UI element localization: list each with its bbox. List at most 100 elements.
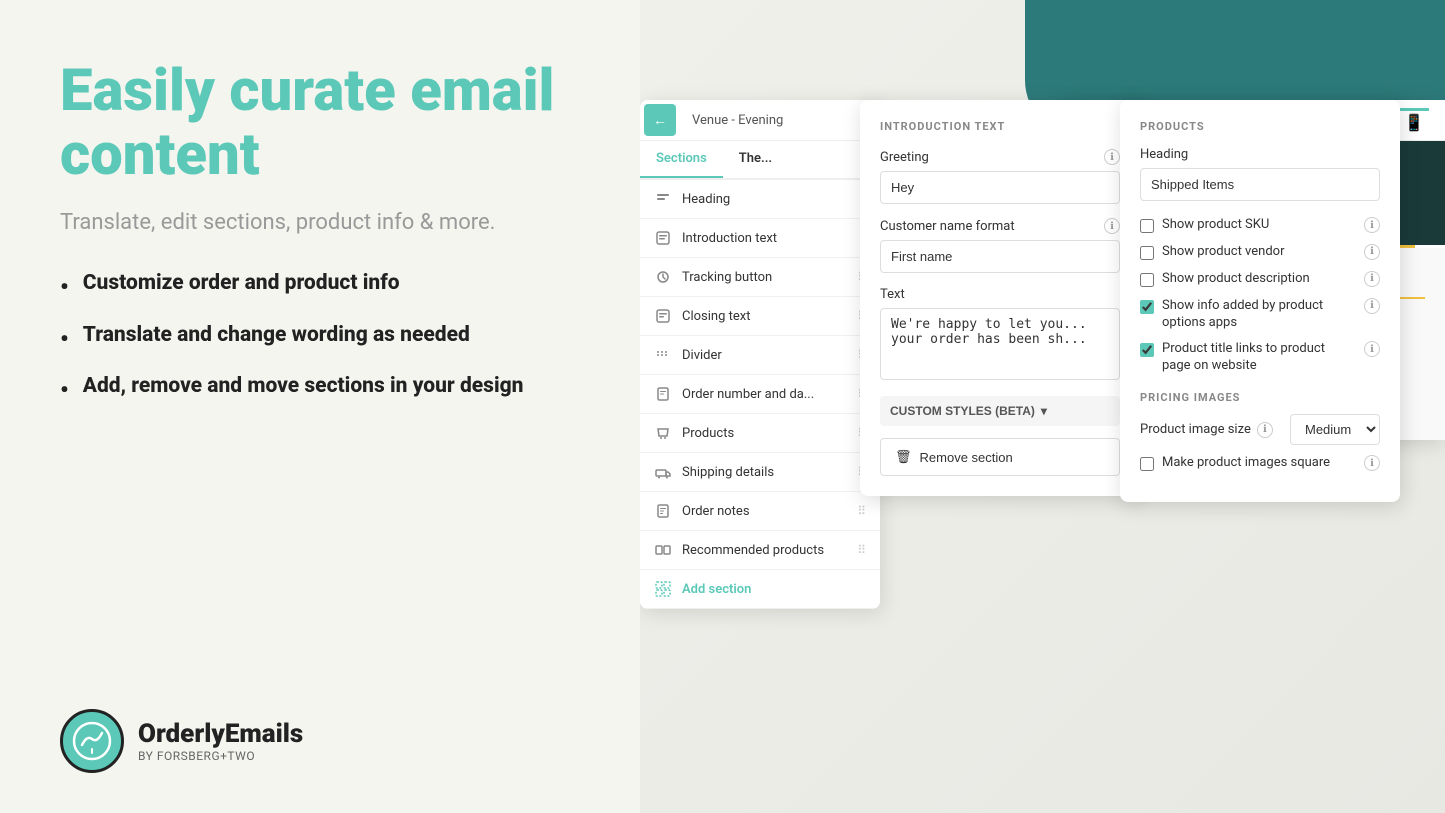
tab-sections[interactable]: Sections [640,141,723,178]
mobile-icon: 📱 [1404,113,1424,132]
checkbox-description: Show product description ℹ [1140,271,1380,288]
product-image-size-select[interactable]: Small Medium Large [1290,414,1380,445]
section-divider-label: Divider [682,348,857,363]
product-image-size-label: Product image size ℹ [1140,422,1273,438]
customer-name-info-icon[interactable]: ℹ [1104,218,1120,234]
section-products-label: Products [682,426,857,441]
checkbox-description-label: Show product description [1162,271,1356,288]
section-closing-label: Closing text [682,309,857,324]
back-button[interactable]: ← [644,104,676,136]
section-tracking-label: Tracking button [682,270,857,285]
checkbox-title-links: Product title links to product page on w… [1140,341,1380,375]
greeting-label: Greeting [880,150,929,165]
section-order-notes[interactable]: Order notes ⠿ [640,492,880,531]
recommended-icon [654,541,672,559]
feature-list: Customize order and product info Transla… [60,270,580,406]
checkbox-description-input[interactable] [1140,273,1154,287]
checkbox-make-square-input[interactable] [1140,457,1154,471]
drag-handle-notes[interactable]: ⠿ [857,504,866,518]
text-textarea[interactable]: We're happy to let you... your order has… [880,308,1120,380]
section-introduction-text[interactable]: Introduction text [640,219,880,258]
section-heading[interactable]: Heading [640,180,880,219]
title-links-info-icon[interactable]: ℹ [1364,341,1380,357]
custom-styles-button[interactable]: CUSTOM STYLES (BETA) ▾ [880,396,1120,426]
mobile-view-button[interactable]: 📱 [1399,108,1429,132]
add-icon [654,580,672,598]
checkbox-sku-label: Show product SKU [1162,217,1356,234]
checkbox-sku-input[interactable] [1140,219,1154,233]
greeting-label-row: Greeting ℹ [880,149,1120,165]
options-info-icon[interactable]: ℹ [1364,298,1380,314]
sections-header: ← Venue - Evening [640,100,880,141]
section-order-label: Order number and da... [682,387,857,402]
feature-item-1: Customize order and product info [60,270,580,303]
products-popup: PRODUCTS Heading Show product SKU ℹ Show… [1120,100,1400,502]
text-label: Text [880,287,905,302]
vendor-info-icon[interactable]: ℹ [1364,244,1380,260]
customer-name-label: Customer name format [880,219,1015,234]
tracking-icon [654,268,672,286]
shipping-icon [654,463,672,481]
feature-item-3: Add, remove and move sections in your de… [60,373,580,406]
intro-icon [654,229,672,247]
hero-title: Easily curate email content [60,60,580,188]
intro-text-popup: INTRODUCTION TEXT Greeting ℹ Customer na… [860,100,1140,496]
chevron-down-icon: ▾ [1041,404,1047,418]
section-order-number[interactable]: Order number and da... ⠿ [640,375,880,414]
section-heading-label: Heading [682,192,866,207]
closing-icon [654,307,672,325]
section-notes-label: Order notes [682,504,857,519]
section-tracking-button[interactable]: Tracking button ⠿ [640,258,880,297]
heading-icon [654,190,672,208]
divider-icon [654,346,672,364]
checkbox-vendor-input[interactable] [1140,246,1154,260]
tab-theme[interactable]: The... [723,141,788,178]
add-section-button[interactable]: Add section [640,570,880,609]
section-closing-text[interactable]: Closing text ⠿ [640,297,880,336]
image-size-info-icon[interactable]: ℹ [1257,422,1273,438]
checkbox-vendor: Show product vendor ℹ [1140,244,1380,261]
greeting-info-icon[interactable]: ℹ [1104,149,1120,165]
brand-footer: OrderlyEmails by FORSBERG+two [60,709,580,773]
greeting-input[interactable] [880,171,1120,204]
custom-styles-label: CUSTOM STYLES (BETA) [890,404,1035,418]
brand-logo [60,709,124,773]
brand-name: OrderlyEmails [138,719,303,749]
products-popup-inner: PRODUCTS Heading Show product SKU ℹ Show… [1120,100,1400,502]
sku-info-icon[interactable]: ℹ [1364,217,1380,233]
right-panel: ← Venue - Evening Sections The... Headin… [640,0,1445,813]
section-recommended-products[interactable]: Recommended products ⠿ [640,531,880,570]
section-shipping-label: Shipping details [682,465,857,480]
active-view-indicator [1399,108,1429,111]
hero-subtitle: Translate, edit sections, product info &… [60,208,580,239]
products-heading-label: Heading [1140,147,1188,162]
checkbox-options-label: Show info added by product options apps [1162,298,1356,332]
remove-section-button[interactable]: 🗑 Remove section [880,438,1120,476]
product-image-size-row: Product image size ℹ Small Medium Large [1140,414,1380,445]
checkbox-title-links-label: Product title links to product page on w… [1162,341,1356,375]
products-heading-label-row: Heading [1140,147,1380,162]
section-products[interactable]: Products ⠿ [640,414,880,453]
pricing-images-title: PRICING IMAGES [1140,391,1380,404]
section-shipping-details[interactable]: Shipping details ⠿ [640,453,880,492]
intro-popup-title: INTRODUCTION TEXT [880,120,1120,133]
checkbox-title-links-input[interactable] [1140,343,1154,357]
sections-panel: ← Venue - Evening Sections The... Headin… [640,100,880,609]
customer-name-input[interactable] [880,240,1120,273]
checkbox-options-input[interactable] [1140,300,1154,314]
customer-name-label-row: Customer name format ℹ [880,218,1120,234]
text-label-row: Text [880,287,1120,302]
drag-handle-recommended[interactable]: ⠿ [857,543,866,557]
products-heading-input[interactable] [1140,168,1380,201]
venue-label: Venue - Evening [680,100,880,140]
brand-sub: by FORSBERG+two [138,749,303,763]
sections-tabs: Sections The... [640,141,880,180]
notes-icon [654,502,672,520]
section-divider[interactable]: Divider ⠿ [640,336,880,375]
section-intro-label: Introduction text [682,231,866,246]
checkbox-make-square: Make product images square ℹ [1140,455,1380,472]
description-info-icon[interactable]: ℹ [1364,271,1380,287]
checkbox-sku: Show product SKU ℹ [1140,217,1380,234]
products-icon [654,424,672,442]
make-square-info-icon[interactable]: ℹ [1364,455,1380,471]
